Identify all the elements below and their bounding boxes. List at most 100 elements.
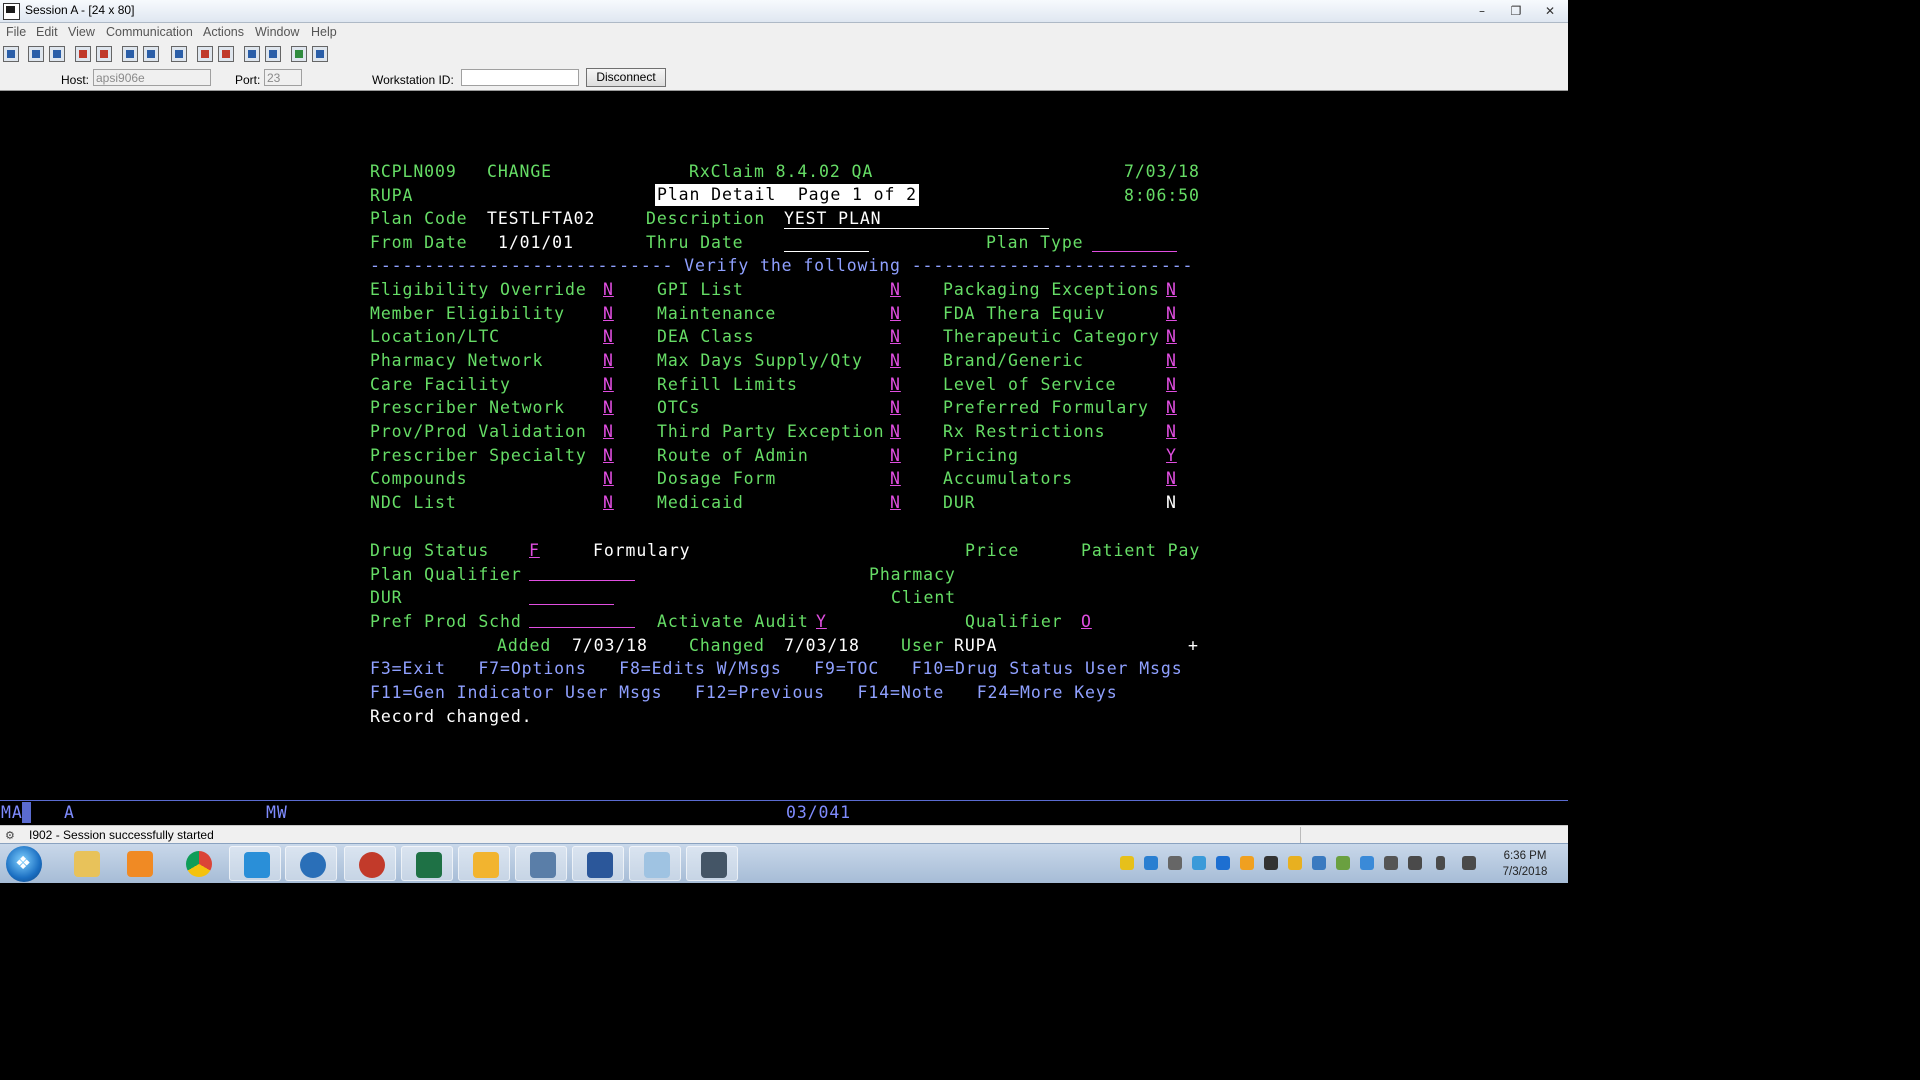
window-title-bar[interactable]: Session A - [24 x 80] – ❐ ✕ bbox=[0, 0, 1568, 23]
verify-flag-field[interactable]: N bbox=[1166, 304, 1177, 324]
verify-flag-field[interactable]: N bbox=[1166, 351, 1177, 371]
macro-manager-icon[interactable] bbox=[265, 46, 281, 62]
file-explorer-icon[interactable] bbox=[60, 846, 112, 881]
oia-ma: MA bbox=[1, 803, 23, 822]
qualifier-field[interactable]: O bbox=[1081, 612, 1092, 632]
menu-view[interactable]: View bbox=[68, 25, 95, 39]
signal-tray-icon[interactable] bbox=[1462, 856, 1476, 870]
internet-explorer-icon[interactable] bbox=[229, 846, 281, 881]
verify-flag-field[interactable]: N bbox=[890, 398, 901, 418]
verify-flag-field[interactable]: N bbox=[890, 327, 901, 347]
send-file-icon[interactable] bbox=[75, 46, 91, 62]
menu-edit[interactable]: Edit bbox=[36, 25, 58, 39]
disconnect-button[interactable]: Disconnect bbox=[586, 68, 666, 87]
verify-flag-field[interactable]: N bbox=[603, 327, 614, 347]
menu-actions[interactable]: Actions bbox=[203, 25, 244, 39]
notepad-icon[interactable] bbox=[629, 846, 681, 881]
media-player-icon[interactable] bbox=[113, 846, 165, 881]
verify-divider: ---------------------------- Verify the … bbox=[370, 256, 1194, 275]
verify-flag-field[interactable]: N bbox=[890, 446, 901, 466]
sync2-tray-icon[interactable] bbox=[1360, 856, 1374, 870]
outlook-icon[interactable] bbox=[458, 846, 510, 881]
battery-tray-icon[interactable] bbox=[1436, 856, 1445, 870]
word-icon[interactable] bbox=[572, 846, 624, 881]
taskbar-clock[interactable]: 6:36 PM 7/3/2018 bbox=[1490, 848, 1560, 880]
verify-flag-field[interactable]: N bbox=[603, 469, 614, 489]
verify-flag-field[interactable]: N bbox=[890, 375, 901, 395]
chat-tray-icon[interactable] bbox=[1192, 856, 1206, 870]
verify-flag-field[interactable]: N bbox=[603, 375, 614, 395]
windows-tray-icon[interactable] bbox=[1216, 856, 1230, 870]
print-screen-icon[interactable] bbox=[3, 46, 19, 62]
verify-flag-field[interactable]: N bbox=[890, 304, 901, 324]
menu-file[interactable]: File bbox=[6, 25, 26, 39]
system-name: RxClaim 8.4.02 QA bbox=[689, 162, 874, 181]
verify-label: Maintenance bbox=[657, 304, 777, 323]
close-button[interactable]: ✕ bbox=[1538, 3, 1562, 19]
vpn-tray-icon[interactable] bbox=[1312, 856, 1326, 870]
restore-button[interactable]: ❐ bbox=[1504, 3, 1528, 19]
chrome-icon[interactable] bbox=[172, 846, 224, 881]
verify-flag-field[interactable]: N bbox=[890, 351, 901, 371]
excel-icon[interactable] bbox=[401, 846, 453, 881]
verify-flag-field[interactable]: N bbox=[1166, 469, 1177, 489]
app-icon[interactable] bbox=[3, 3, 20, 20]
security-tray-icon[interactable] bbox=[1120, 856, 1134, 870]
port-field[interactable]: 23 bbox=[264, 69, 302, 86]
receive-file-icon[interactable] bbox=[96, 46, 112, 62]
color-remap-icon[interactable] bbox=[171, 46, 187, 62]
verify-flag-field[interactable]: N bbox=[890, 469, 901, 489]
network-tray-icon[interactable] bbox=[1144, 856, 1158, 870]
verify-flag-field[interactable]: N bbox=[603, 280, 614, 300]
outlook-tray-icon[interactable] bbox=[1288, 856, 1302, 870]
verify-flag-field[interactable]: N bbox=[603, 304, 614, 324]
keyboard-icon[interactable] bbox=[143, 46, 159, 62]
drug-status-field[interactable]: F bbox=[529, 541, 540, 561]
verify-label: Medicaid bbox=[657, 493, 744, 512]
host-on-demand-icon[interactable] bbox=[686, 846, 738, 881]
host-field[interactable]: apsi906e bbox=[93, 69, 211, 86]
display-tray-icon[interactable] bbox=[1384, 856, 1398, 870]
update-tray-icon[interactable] bbox=[1240, 856, 1254, 870]
menu-help[interactable]: Help bbox=[311, 25, 337, 39]
display-keypad-icon[interactable] bbox=[122, 46, 138, 62]
globe-icon[interactable] bbox=[291, 46, 307, 62]
stop-macro-icon[interactable] bbox=[218, 46, 234, 62]
verify-flag-field[interactable]: N bbox=[1166, 327, 1177, 347]
verify-flag-field[interactable]: N bbox=[603, 493, 614, 513]
record-macro-icon[interactable] bbox=[197, 46, 213, 62]
verify-flag-field[interactable]: Y bbox=[1166, 446, 1177, 466]
verify-flag-field[interactable]: N bbox=[1166, 398, 1177, 418]
menu-communication[interactable]: Communication bbox=[106, 25, 193, 39]
app-tray-icon[interactable] bbox=[1264, 856, 1278, 870]
edit-icon[interactable] bbox=[312, 46, 328, 62]
thunderbird-icon[interactable] bbox=[285, 846, 337, 881]
verify-flag-field[interactable]: N bbox=[603, 398, 614, 418]
description-label: Description bbox=[646, 209, 766, 228]
verify-flag-field[interactable]: N bbox=[890, 493, 901, 513]
description-field[interactable]: YEST PLAN bbox=[784, 209, 882, 229]
sharing-tray-icon[interactable] bbox=[1336, 856, 1350, 870]
activate-audit-field[interactable]: Y bbox=[816, 612, 827, 632]
verify-flag-field[interactable]: N bbox=[603, 422, 614, 442]
terminal-screen[interactable]: RCPLN009 CHANGE RxClaim 8.4.02 QA 7/03/1… bbox=[0, 91, 1568, 800]
menu-window[interactable]: Window bbox=[255, 25, 299, 39]
verify-flag-field[interactable]: N bbox=[603, 351, 614, 371]
volume-tray-icon[interactable] bbox=[1408, 856, 1422, 870]
verify-flag-field[interactable]: N bbox=[890, 422, 901, 442]
paste-icon[interactable] bbox=[49, 46, 65, 62]
ibm-notes-icon[interactable] bbox=[344, 846, 396, 881]
copy-icon[interactable] bbox=[28, 46, 44, 62]
play-macro-icon[interactable] bbox=[244, 46, 260, 62]
monitor-app-icon[interactable] bbox=[515, 846, 567, 881]
verify-flag-field[interactable]: N bbox=[603, 446, 614, 466]
start-button[interactable]: ❖ bbox=[6, 846, 42, 882]
verify-flag-field[interactable]: N bbox=[1166, 375, 1177, 395]
verify-label: OTCs bbox=[657, 398, 701, 417]
sync-tray-icon[interactable] bbox=[1168, 856, 1182, 870]
verify-flag-field[interactable]: N bbox=[1166, 422, 1177, 442]
verify-flag-field[interactable]: N bbox=[1166, 280, 1177, 300]
minimize-button[interactable]: – bbox=[1470, 3, 1494, 19]
verify-flag-field[interactable]: N bbox=[890, 280, 901, 300]
workstation-id-field[interactable] bbox=[461, 69, 579, 86]
